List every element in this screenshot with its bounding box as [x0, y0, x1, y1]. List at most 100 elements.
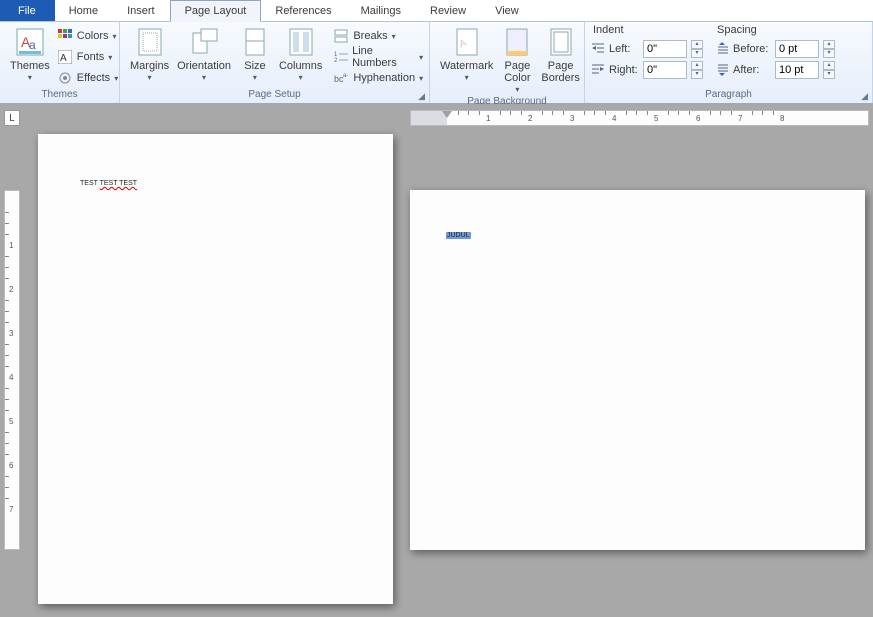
watermark-icon: A — [451, 26, 483, 58]
horizontal-ruler[interactable]: 12345678 — [410, 110, 869, 126]
fonts-icon: A — [57, 49, 73, 65]
tab-label: View — [495, 5, 519, 17]
columns-icon — [285, 26, 317, 58]
chevron-down-icon: ▾ — [113, 32, 117, 41]
page1-text: TEST TEST TEST — [80, 180, 137, 187]
group-label-paragraph: Paragraph — [591, 89, 866, 103]
tab-label: Home — [69, 5, 98, 17]
spacing-after-label: After: — [733, 64, 771, 76]
paragraph-launcher[interactable]: ◢ — [859, 91, 870, 102]
themes-icon: Aa — [14, 26, 46, 58]
page-borders-button[interactable]: Page Borders — [537, 24, 584, 84]
chevron-down-icon: ▾ — [28, 72, 32, 84]
hyphenation-button[interactable]: bca-Hyphenation▾ — [330, 68, 426, 88]
colors-label: Colors — [77, 30, 109, 42]
group-label-themes: Themes — [6, 89, 113, 103]
tab-label: Insert — [127, 5, 155, 17]
tab-insert[interactable]: Insert — [113, 0, 170, 21]
document-page-2[interactable]: JUDUL — [410, 190, 865, 550]
document-page-1[interactable]: TEST TEST TEST — [38, 134, 393, 604]
spacing-after-spinner[interactable]: ▴▾ — [823, 61, 835, 79]
colors-icon — [57, 28, 73, 44]
indent-right-icon — [591, 63, 605, 77]
chevron-down-icon: ▾ — [148, 72, 152, 84]
spacing-after-icon — [715, 63, 729, 77]
indent-right-spinner[interactable]: ▴▾ — [691, 61, 703, 79]
chevron-down-icon: ▾ — [108, 53, 112, 62]
columns-button[interactable]: Columns▾ — [275, 24, 326, 84]
page-color-icon — [501, 26, 533, 58]
document-area: L 12345678 1234567 TEST TEST TEST JUDUL — [0, 104, 873, 617]
tab-review[interactable]: Review — [416, 0, 481, 21]
chevron-down-icon: ▾ — [392, 32, 396, 41]
orientation-icon — [188, 26, 220, 58]
spacing-before-label: Before: — [733, 43, 771, 55]
tab-label: Review — [430, 5, 466, 17]
indent-left-input[interactable] — [643, 40, 687, 58]
spacing-before-icon — [715, 42, 729, 56]
spacing-before-spinner[interactable]: ▴▾ — [823, 40, 835, 58]
line-numbers-icon: 12 — [333, 49, 348, 65]
fonts-label: Fonts — [77, 51, 105, 63]
effects-label: Effects — [77, 72, 110, 84]
chevron-down-icon: ▾ — [465, 72, 469, 84]
themes-button[interactable]: Aa Themes ▾ — [6, 24, 54, 84]
chevron-down-icon: ▾ — [419, 74, 423, 83]
size-label: Size — [244, 60, 265, 72]
page1-text-plain: TEST — [80, 180, 100, 187]
spacing-before-input[interactable] — [775, 40, 819, 58]
tab-selector[interactable]: L — [4, 110, 20, 126]
breaks-button[interactable]: Breaks▾ — [330, 26, 426, 46]
orientation-button[interactable]: Orientation▾ — [173, 24, 235, 84]
tab-references[interactable]: References — [261, 0, 346, 21]
theme-colors-button[interactable]: Colors ▾ — [54, 26, 121, 46]
columns-label: Columns — [279, 60, 322, 72]
margins-button[interactable]: Margins▾ — [126, 24, 173, 84]
tab-view[interactable]: View — [481, 0, 534, 21]
group-page-setup: Margins▾ Orientation▾ Size▾ Columns▾ Bre… — [120, 22, 430, 103]
themes-label: Themes — [10, 60, 50, 72]
svg-text:a: a — [29, 38, 36, 52]
watermark-label: Watermark — [440, 60, 493, 72]
tab-page-layout[interactable]: Page Layout — [170, 0, 262, 22]
watermark-button[interactable]: A Watermark▾ — [436, 24, 497, 84]
ribbon: Aa Themes ▾ Colors ▾ A Fonts ▾ Eff — [0, 22, 873, 104]
vertical-ruler[interactable]: 1234567 — [4, 190, 20, 550]
tab-home[interactable]: Home — [55, 0, 113, 21]
indent-left-row: Left: ▴▾ — [591, 39, 703, 59]
hyphenation-icon: bca- — [333, 70, 349, 86]
group-page-background: A Watermark▾ Page Color▾ Page Borders Pa… — [430, 22, 585, 103]
theme-effects-button[interactable]: Effects ▾ — [54, 68, 121, 88]
page-borders-label: Page Borders — [541, 60, 580, 84]
tab-label: References — [275, 5, 331, 17]
margins-icon — [134, 26, 166, 58]
size-icon — [239, 26, 271, 58]
indent-left-spinner[interactable]: ▴▾ — [691, 40, 703, 58]
tab-strip: File Home Insert Page Layout References … — [0, 0, 873, 22]
page-borders-icon — [545, 26, 577, 58]
spacing-heading: Spacing — [715, 24, 835, 38]
chevron-down-icon: ▾ — [202, 72, 206, 84]
chevron-down-icon: ▾ — [299, 72, 303, 84]
page-color-button[interactable]: Page Color▾ — [497, 24, 537, 96]
chevron-down-icon: ▾ — [114, 74, 118, 83]
tab-file[interactable]: File — [0, 0, 55, 21]
tab-label: Page Layout — [185, 5, 247, 17]
size-button[interactable]: Size▾ — [235, 24, 275, 84]
indent-right-label: Right: — [609, 64, 639, 76]
indent-right-input[interactable] — [643, 61, 687, 79]
line-numbers-button[interactable]: 12Line Numbers▾ — [330, 47, 426, 67]
page-setup-launcher[interactable]: ◢ — [416, 91, 427, 102]
page-color-label: Page Color — [504, 60, 530, 84]
spacing-after-input[interactable] — [775, 61, 819, 79]
tab-mailings[interactable]: Mailings — [347, 0, 416, 21]
group-themes: Aa Themes ▾ Colors ▾ A Fonts ▾ Eff — [0, 22, 120, 103]
effects-icon — [57, 70, 73, 86]
spacing-after-row: After: ▴▾ — [715, 60, 835, 80]
breaks-icon — [333, 28, 349, 44]
tab-label: Mailings — [361, 5, 401, 17]
chevron-down-icon: ▾ — [253, 72, 257, 84]
page2-selected-text: JUDUL — [446, 232, 471, 239]
theme-fonts-button[interactable]: A Fonts ▾ — [54, 47, 121, 67]
svg-text:2: 2 — [334, 58, 338, 64]
